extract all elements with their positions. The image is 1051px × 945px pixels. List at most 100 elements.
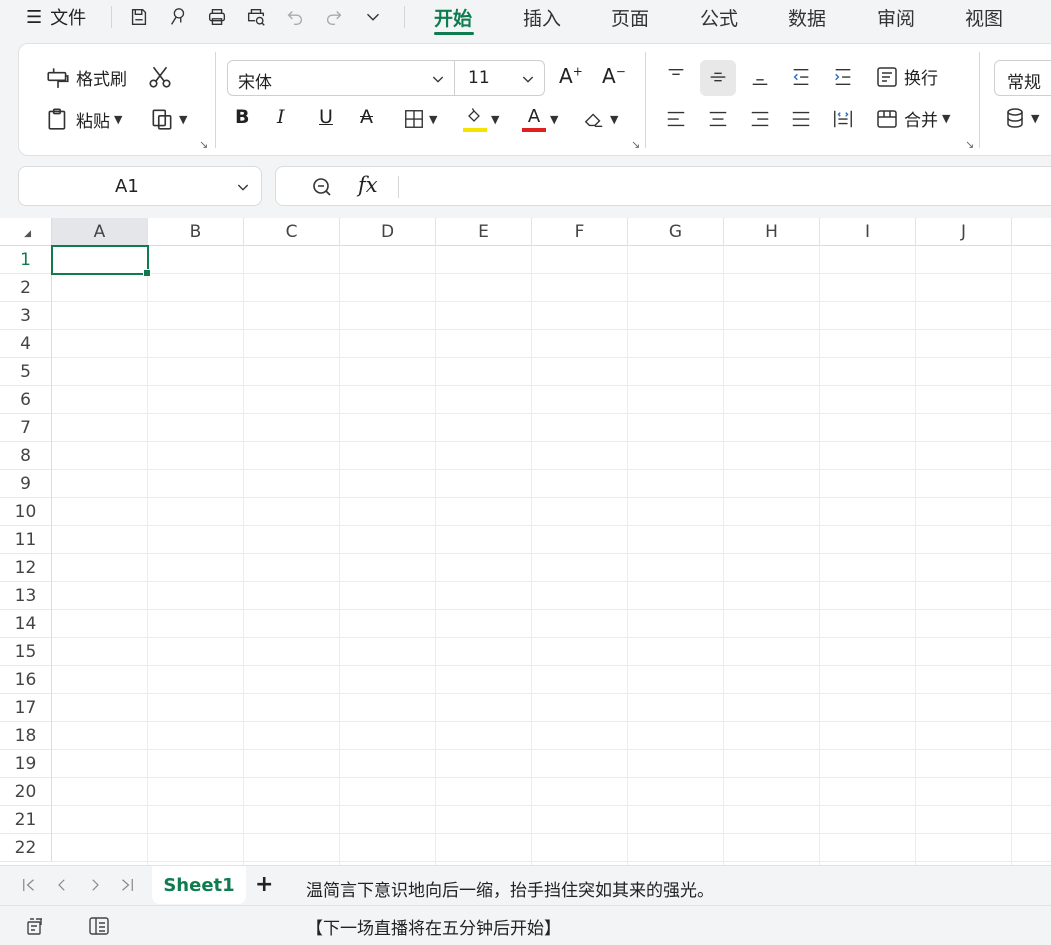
align-center-button[interactable]	[707, 108, 729, 130]
row-header[interactable]: 12	[0, 554, 52, 582]
format-brush-icon[interactable]	[165, 4, 191, 30]
row-header[interactable]: 9	[0, 470, 52, 498]
column-header[interactable]: J	[916, 218, 1012, 246]
last-sheet-button[interactable]	[118, 876, 136, 898]
sheet-list-button[interactable]	[87, 914, 111, 942]
fx-icon[interactable]: fx	[358, 173, 378, 197]
row-header[interactable]: 19	[0, 750, 52, 778]
align-left-button[interactable]	[665, 108, 687, 130]
underline-button[interactable]: U	[319, 106, 333, 128]
row-header[interactable]: 14	[0, 610, 52, 638]
prev-sheet-button[interactable]	[53, 876, 71, 898]
print-preview-icon[interactable]	[243, 4, 269, 30]
row-header[interactable]: 5	[0, 358, 52, 386]
spreadsheet-grid[interactable]: ◢ ABCDEFGHIJ 1 2 3 4 5 6 7 8 9 10 11 12 13 14 15 16 17 18…	[0, 218, 1051, 865]
column-header[interactable]: D	[340, 218, 436, 246]
tab-formula[interactable]: 公式	[700, 4, 738, 31]
align-middle-button[interactable]	[707, 66, 729, 88]
chevron-down-icon[interactable]	[235, 179, 251, 195]
redo-icon[interactable]	[321, 4, 347, 30]
font-name-input[interactable]: 宋体	[238, 68, 272, 93]
row-header[interactable]: 4	[0, 330, 52, 358]
tab-review[interactable]: 审阅	[877, 4, 915, 31]
dialog-launcher-icon[interactable]: ↘	[965, 138, 974, 151]
column-header[interactable]	[1012, 218, 1051, 246]
format-painter-button[interactable]: 格式刷	[45, 64, 127, 90]
tab-home[interactable]: 开始	[434, 4, 472, 31]
zoom-out-icon[interactable]	[310, 175, 334, 199]
distributed-align-button[interactable]	[832, 108, 854, 130]
increase-indent-button[interactable]	[832, 66, 854, 88]
tab-insert[interactable]: 插入	[523, 4, 561, 31]
undo-icon[interactable]	[282, 4, 308, 30]
decrease-indent-button[interactable]	[790, 66, 812, 88]
row-header[interactable]: 11	[0, 526, 52, 554]
font-size-input[interactable]: 11	[468, 68, 490, 88]
column-header[interactable]: C	[244, 218, 340, 246]
cut-button[interactable]	[147, 64, 173, 90]
chevron-down-icon[interactable]	[520, 71, 536, 87]
column-header[interactable]: E	[436, 218, 532, 246]
active-cell[interactable]	[51, 245, 151, 277]
sheet-tab[interactable]: Sheet1	[152, 866, 246, 904]
save-icon[interactable]	[126, 4, 152, 30]
copy-button[interactable]: ▼	[149, 106, 187, 132]
add-sheet-button[interactable]: +	[255, 872, 273, 897]
column-header[interactable]: F	[532, 218, 628, 246]
next-sheet-button[interactable]	[86, 876, 104, 898]
italic-button[interactable]: I	[277, 106, 285, 128]
tab-data[interactable]: 数据	[788, 4, 826, 31]
tab-view[interactable]: 视图	[965, 4, 1003, 31]
cell-style-button[interactable]: ▼	[1003, 106, 1039, 130]
justify-button[interactable]	[790, 108, 812, 130]
strikethrough-button[interactable]: A	[360, 106, 373, 128]
row-header[interactable]: 7	[0, 414, 52, 442]
row-header[interactable]: 8	[0, 442, 52, 470]
chevron-down-icon[interactable]	[360, 4, 386, 30]
macro-button[interactable]	[24, 914, 48, 942]
dialog-launcher-icon[interactable]: ↘	[631, 138, 640, 151]
divider	[398, 176, 399, 198]
first-sheet-button[interactable]	[20, 876, 38, 898]
select-all-corner[interactable]: ◢	[0, 218, 52, 246]
merge-button[interactable]: 合并 ▼	[875, 106, 950, 131]
row-header[interactable]: 6	[0, 386, 52, 414]
column-header[interactable]: B	[148, 218, 244, 246]
chevron-down-icon[interactable]	[430, 71, 446, 87]
row-header[interactable]: 21	[0, 806, 52, 834]
number-format-select[interactable]: 常规	[994, 60, 1051, 96]
tab-page[interactable]: 页面	[611, 4, 649, 31]
borders-button[interactable]: ▼	[403, 108, 437, 130]
increase-font-size-button[interactable]: A+	[559, 64, 583, 88]
column-header[interactable]: A	[52, 218, 148, 246]
row-header[interactable]: 10	[0, 498, 52, 526]
row-header[interactable]: 20	[0, 778, 52, 806]
row-header[interactable]: 3	[0, 302, 52, 330]
dialog-launcher-icon[interactable]: ↘	[199, 138, 208, 151]
row-header[interactable]: 2	[0, 274, 52, 302]
name-box[interactable]: A1	[18, 166, 262, 206]
wrap-text-button[interactable]: 换行	[875, 64, 938, 89]
divider	[215, 52, 216, 148]
row-header[interactable]: 13	[0, 582, 52, 610]
align-bottom-button[interactable]	[749, 66, 771, 88]
paste-button[interactable]: 粘贴 ▼	[45, 106, 122, 132]
row-header[interactable]: 1	[0, 246, 52, 274]
column-header[interactable]: G	[628, 218, 724, 246]
file-menu-button[interactable]: ☰ 文件	[26, 4, 86, 30]
clear-format-button[interactable]: ▼	[582, 108, 618, 130]
bold-button[interactable]: B	[235, 106, 249, 128]
align-top-button[interactable]	[665, 66, 687, 88]
fill-color-button[interactable]: ▼	[463, 106, 499, 132]
row-header[interactable]: 17	[0, 694, 52, 722]
print-icon[interactable]	[204, 4, 230, 30]
font-color-button[interactable]: A ▼	[522, 106, 558, 132]
decrease-font-size-button[interactable]: A−	[602, 64, 626, 88]
column-header[interactable]: H	[724, 218, 820, 246]
row-header[interactable]: 22	[0, 834, 52, 862]
column-header[interactable]: I	[820, 218, 916, 246]
align-right-button[interactable]	[749, 108, 771, 130]
row-header[interactable]: 16	[0, 666, 52, 694]
row-header[interactable]: 15	[0, 638, 52, 666]
row-header[interactable]: 18	[0, 722, 52, 750]
